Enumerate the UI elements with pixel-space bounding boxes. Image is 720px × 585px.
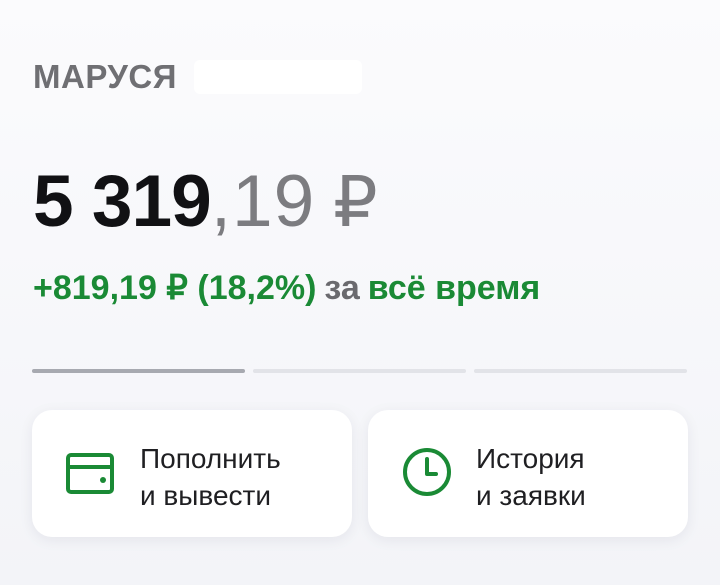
page-indicator-3[interactable] — [474, 369, 687, 373]
clock-icon — [401, 448, 453, 496]
page-indicators — [32, 369, 687, 373]
top-up-withdraw-label: Пополнить и вывести — [140, 440, 281, 514]
top-up-withdraw-line2: и вывести — [140, 480, 272, 511]
balance-integer: 5 319 — [33, 161, 212, 242]
history-requests-line1: История — [476, 443, 585, 474]
page-indicator-2[interactable] — [253, 369, 466, 373]
balance-currency: ₽ — [333, 163, 378, 241]
top-up-withdraw-line1: Пополнить — [140, 443, 281, 474]
portfolio-balance: 5 319,19 ₽ — [33, 165, 378, 238]
account-name: МАРУСЯ — [33, 58, 177, 95]
history-requests-label: История и заявки — [476, 440, 586, 514]
history-requests-button[interactable]: История и заявки — [368, 410, 688, 537]
top-up-withdraw-button[interactable]: Пополнить и вывести — [32, 410, 352, 537]
balance-fraction: ,19 — [210, 161, 316, 242]
profit-value: +819,19 ₽ (18,2%) — [33, 269, 317, 307]
redacted-name-block — [194, 60, 362, 94]
history-requests-line2: и заявки — [476, 480, 586, 511]
profit-period-selector[interactable]: всё время — [368, 269, 540, 307]
wallet-icon — [65, 452, 117, 496]
page-indicator-1[interactable] — [32, 369, 245, 373]
profit-summary: +819,19 ₽ (18,2%) за всё время — [33, 268, 540, 308]
profit-for-label: за — [324, 269, 360, 307]
